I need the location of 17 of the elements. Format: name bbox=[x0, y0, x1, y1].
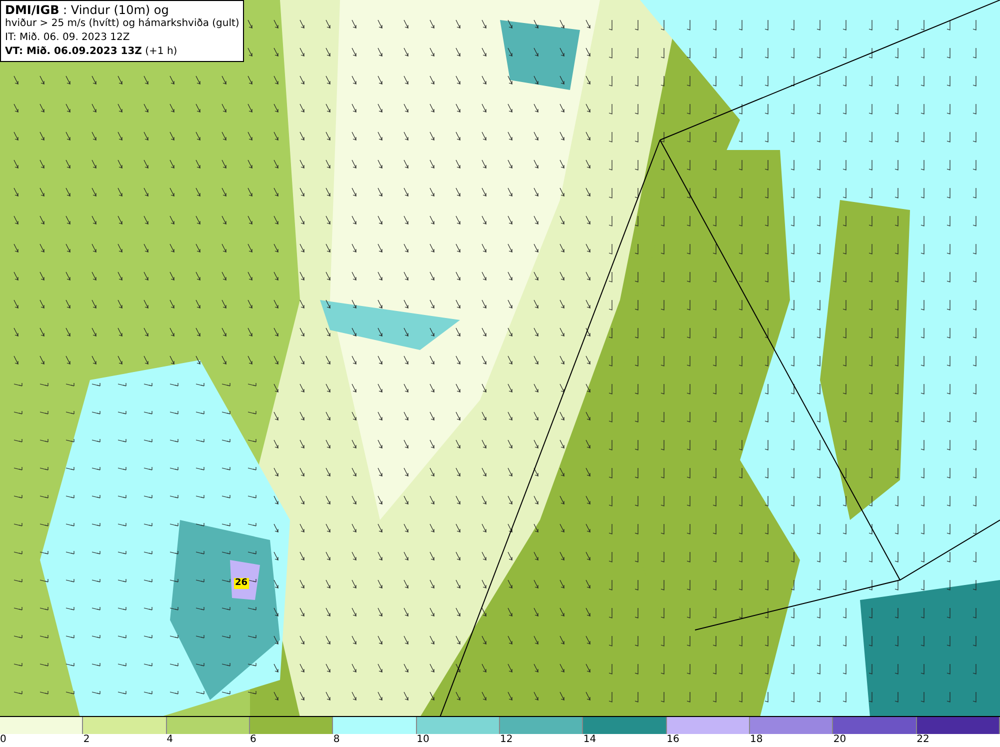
gust-label: 26 bbox=[234, 578, 249, 589]
legend-label: 8 bbox=[333, 734, 340, 747]
legend-label: 14 bbox=[583, 734, 596, 747]
info-line: VT: Mið. 06.09.2023 13Z (+1 h) bbox=[5, 45, 178, 59]
legend-label: 18 bbox=[750, 734, 763, 747]
legend-label: 0 bbox=[0, 734, 6, 747]
legend-label: 4 bbox=[166, 734, 174, 747]
legend-label: 2 bbox=[83, 734, 90, 747]
info-line: IT: Mið. 06. 09. 2023 12Z bbox=[5, 31, 131, 45]
legend-label: 16 bbox=[666, 734, 680, 747]
legend-label: 22 bbox=[916, 734, 930, 747]
legend-label: 20 bbox=[833, 734, 846, 747]
info-line: hviður > 25 m/s (hvítt) og hámarkshviða (gult) bbox=[5, 17, 240, 31]
info-line: DMI/IGB : Vindur (10m) og bbox=[5, 3, 170, 17]
legend-label: 10 bbox=[416, 734, 430, 747]
legend-label: 12 bbox=[500, 734, 513, 747]
legend-label: 6 bbox=[250, 734, 256, 747]
